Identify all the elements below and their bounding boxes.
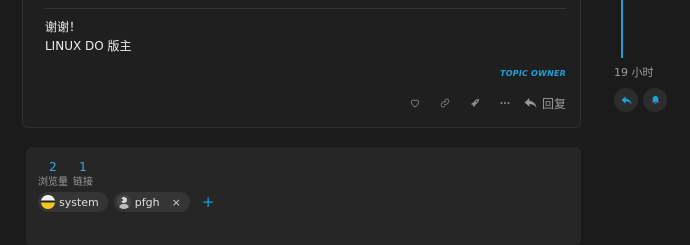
heart-icon (411, 99, 419, 108)
post-line-signature: LINUX DO 版主 (45, 39, 132, 53)
copy-link-button[interactable] (430, 95, 460, 111)
post-body: 谢谢！ LINUX DO 版主 (45, 18, 132, 56)
topic-info-card: 2 浏览量 1 链接 system pfgh × + (26, 147, 581, 245)
boost-button[interactable] (460, 95, 490, 111)
post-line-thanks: 谢谢！ (45, 20, 82, 34)
avatar (41, 195, 55, 209)
like-button[interactable] (400, 95, 430, 111)
participant-chip-system[interactable]: system (38, 192, 108, 212)
participant-name: pfgh (134, 195, 160, 209)
links-stat[interactable]: 1 链接 (73, 160, 93, 189)
reply-arrow-icon (524, 98, 537, 108)
link-icon (440, 98, 450, 108)
post-card: 谢谢！ LINUX DO 版主 TOPIC OWNER 回复 (22, 0, 581, 128)
avatar (116, 195, 131, 209)
participant-chip-pfgh[interactable]: pfgh × (113, 192, 190, 212)
bell-icon (651, 95, 659, 104)
reply-arrow-icon (620, 95, 632, 105)
remove-filter-icon[interactable]: × (172, 196, 181, 209)
more-button[interactable] (490, 95, 520, 111)
add-participant-button[interactable]: + (202, 194, 215, 210)
notification-button[interactable] (643, 88, 667, 112)
participants-list: system pfgh × + (38, 192, 214, 212)
timeline-date: 19 小时 (614, 66, 654, 79)
participant-name: system (59, 195, 99, 209)
reply-label: 回复 (541, 96, 566, 111)
post-divider (45, 8, 566, 9)
post-actions: 回复 (400, 95, 566, 111)
rocket-icon (470, 99, 479, 107)
timeline-reply-button[interactable] (614, 88, 638, 112)
timeline-scroll-handle[interactable] (621, 0, 623, 58)
ellipsis-icon (500, 102, 510, 104)
topic-owner-badge: TOPIC OWNER (500, 69, 566, 78)
views-stat: 2 浏览量 (38, 160, 68, 189)
views-count: 2 (49, 160, 57, 174)
links-label: 链接 (73, 177, 93, 188)
links-count: 1 (79, 160, 87, 174)
reply-button[interactable]: 回复 (524, 95, 566, 112)
views-label: 浏览量 (38, 177, 68, 188)
